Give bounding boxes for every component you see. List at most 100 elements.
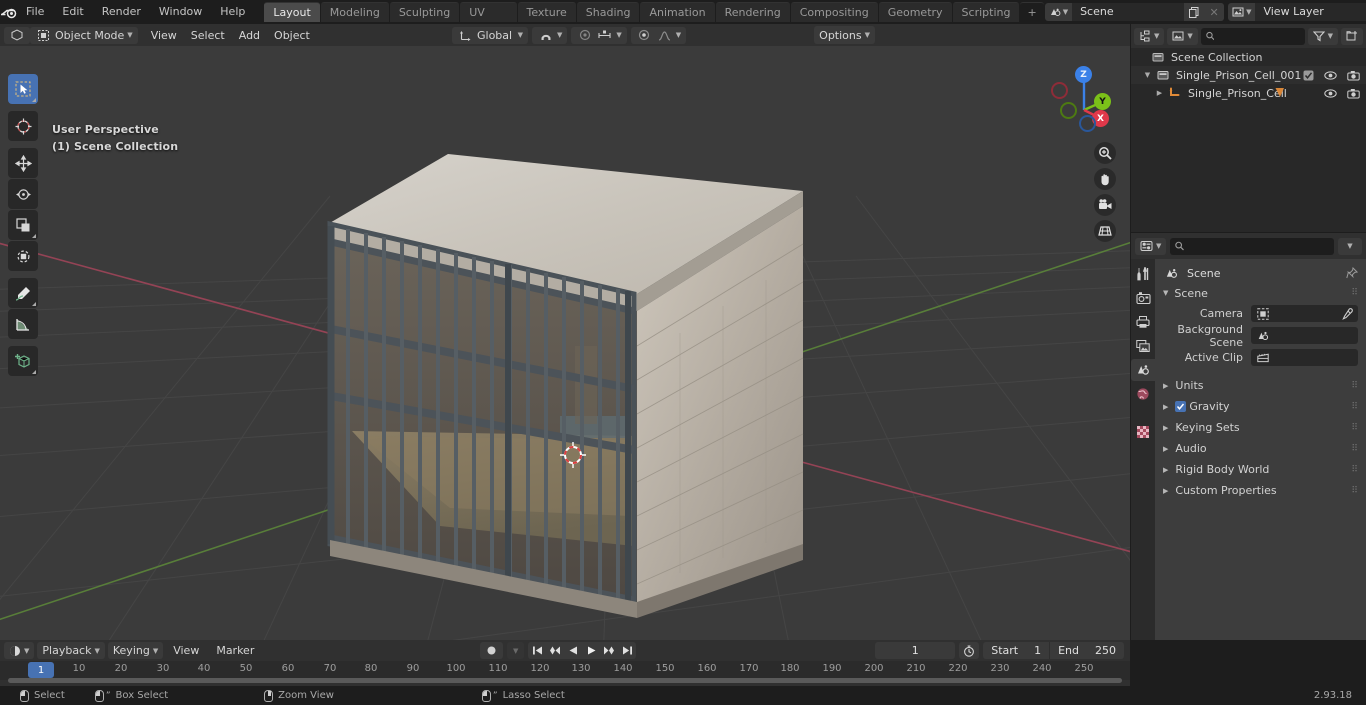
scale-tool[interactable] xyxy=(8,210,38,240)
tab-geometry-nodes[interactable]: Geometry Nodes xyxy=(878,2,952,39)
gizmo-axis-y[interactable]: Y xyxy=(1094,93,1111,110)
tab-animation[interactable]: Animation xyxy=(640,2,715,22)
editor-type-button[interactable] xyxy=(4,26,30,44)
frame-range-group[interactable]: Start 1 End 250 xyxy=(983,642,1124,659)
tab-texture-paint[interactable]: Texture Paint xyxy=(517,2,576,39)
render-tab[interactable] xyxy=(1131,287,1155,309)
snap-button[interactable]: ▼ xyxy=(532,26,568,44)
menu-edit[interactable]: Edit xyxy=(53,3,92,21)
panel-units[interactable]: ▶ Units ⠿ xyxy=(1155,375,1366,396)
keying-menu[interactable]: Keying ▼ xyxy=(107,642,164,659)
menu-help[interactable]: Help xyxy=(211,3,254,21)
current-frame-field[interactable]: 1 xyxy=(875,642,956,659)
outliner-row-scene-collection[interactable]: Scene Collection xyxy=(1131,48,1366,66)
expander-right-icon[interactable]: ▶ xyxy=(1163,424,1168,432)
proportional-editing-button[interactable]: ▼ xyxy=(571,26,627,44)
playback-menu[interactable]: Playback ▼ xyxy=(37,642,105,659)
playhead[interactable]: 1 xyxy=(28,662,54,678)
texture-tab[interactable] xyxy=(1131,421,1155,443)
panel-keying-sets[interactable]: ▶ Keying Sets ⠿ xyxy=(1155,417,1366,438)
expander-right-icon[interactable]: ▶ xyxy=(1153,89,1166,97)
outliner-row-collection[interactable]: ▼ Single_Prison_Cell_001 xyxy=(1131,66,1366,84)
auto-keyframe-dropdown[interactable]: ▼ xyxy=(507,642,525,659)
timeline-menu-view[interactable]: View xyxy=(166,642,206,659)
panel-audio[interactable]: ▶ Audio ⠿ xyxy=(1155,438,1366,459)
options-button[interactable]: Options ▼ xyxy=(814,26,875,44)
menu-file[interactable]: File xyxy=(17,3,53,21)
checkbox-icon[interactable] xyxy=(1303,70,1314,81)
zoom-icon[interactable] xyxy=(1094,142,1116,164)
jump-end-button[interactable] xyxy=(618,642,636,659)
camera-icon[interactable] xyxy=(1347,88,1360,99)
scene-unlink-button[interactable]: ✕ xyxy=(1204,3,1225,21)
measure-tool[interactable] xyxy=(8,309,38,339)
transform-orientation-selector[interactable]: Global ▼ xyxy=(452,26,528,44)
add-workspace-button[interactable]: + xyxy=(1020,2,1044,22)
tab-rendering[interactable]: Rendering xyxy=(715,2,790,22)
viewport-canvas[interactable] xyxy=(0,46,1130,640)
viewport-menu-view[interactable]: View xyxy=(144,27,184,44)
expander-right-icon[interactable]: ▶ xyxy=(1163,403,1168,411)
properties-search-box[interactable] xyxy=(1170,237,1334,255)
expander-right-icon[interactable]: ▶ xyxy=(1163,445,1168,453)
3d-viewport[interactable]: User Perspective (1) Scene Collection Z … xyxy=(0,46,1130,640)
gizmo-axis-neg-x[interactable] xyxy=(1051,82,1068,99)
tab-compositing[interactable]: Compositing xyxy=(790,2,878,22)
scene-browse-icon[interactable]: ▼ xyxy=(1044,3,1073,21)
cursor-tool[interactable] xyxy=(8,111,38,141)
expander-down-icon[interactable]: ▼ xyxy=(1141,71,1154,79)
camera-icon[interactable] xyxy=(1347,70,1360,81)
expander-right-icon[interactable]: ▶ xyxy=(1163,487,1168,495)
start-frame-field[interactable]: Start 1 xyxy=(983,642,1049,659)
toggle-ortho-icon[interactable] xyxy=(1094,220,1116,242)
prev-keyframe-button[interactable] xyxy=(546,642,564,659)
scene-panel-header[interactable]: ▼ Scene ⠿ xyxy=(1155,283,1366,303)
outliner-search-box[interactable] xyxy=(1200,27,1305,45)
auto-keyframe-button[interactable] xyxy=(480,642,503,659)
camera-field[interactable] xyxy=(1251,305,1358,322)
annotate-tool[interactable] xyxy=(8,278,38,308)
move-tool[interactable] xyxy=(8,148,38,178)
tab-scripting[interactable]: Scripting xyxy=(952,2,1020,22)
camera-view-icon[interactable] xyxy=(1094,194,1116,216)
tab-shading[interactable]: Shading xyxy=(576,2,640,22)
pin-icon[interactable] xyxy=(1346,267,1358,279)
properties-editor-type-button[interactable]: ▼ xyxy=(1135,237,1167,255)
jump-start-button[interactable] xyxy=(528,642,546,659)
viewlayer-selector[interactable]: ▼ View Layer ✕ xyxy=(1228,3,1366,21)
gizmo-axis-neg-y[interactable] xyxy=(1060,102,1077,119)
viewlayer-browse-icon[interactable]: ▼ xyxy=(1228,3,1256,21)
rotate-tool[interactable] xyxy=(8,179,38,209)
timeline-editor-type-button[interactable]: ▼ xyxy=(4,642,35,659)
output-tab[interactable] xyxy=(1131,311,1155,333)
tab-uv-editing[interactable]: UV Editing xyxy=(460,2,517,39)
viewport-menu-select[interactable]: Select xyxy=(184,27,232,44)
tab-layout[interactable]: Layout xyxy=(264,2,320,22)
scene-new-button[interactable] xyxy=(1184,3,1205,21)
viewlayer-name-field[interactable]: View Layer xyxy=(1255,3,1366,21)
active-clip-field[interactable] xyxy=(1251,349,1358,366)
expander-right-icon[interactable]: ▶ xyxy=(1163,466,1168,474)
outliner-filter-id-button[interactable]: ▼ xyxy=(1167,27,1198,45)
eye-icon[interactable] xyxy=(1324,70,1337,81)
gizmo-axis-neg-z[interactable] xyxy=(1079,115,1096,132)
panel-rigid-body-world[interactable]: ▶ Rigid Body World ⠿ xyxy=(1155,459,1366,480)
use-preview-range-button[interactable] xyxy=(959,642,980,659)
expander-right-icon[interactable]: ▶ xyxy=(1163,382,1168,390)
panel-custom-properties[interactable]: ▶ Custom Properties ⠿ xyxy=(1155,480,1366,501)
scene-tab[interactable] xyxy=(1131,359,1155,381)
gizmo-axis-z[interactable]: Z xyxy=(1075,66,1092,83)
play-reverse-button[interactable] xyxy=(564,642,582,659)
eye-icon[interactable] xyxy=(1324,88,1337,99)
outliner-search-input[interactable] xyxy=(1218,29,1300,43)
outliner-new-collection-button[interactable] xyxy=(1341,27,1363,45)
timeline-horizontal-scrollbar[interactable] xyxy=(8,678,1122,683)
play-button[interactable] xyxy=(582,642,600,659)
background-scene-field[interactable] xyxy=(1251,327,1358,344)
eyedropper-icon[interactable] xyxy=(1341,307,1353,320)
proportional-falloff-button[interactable]: ▼ xyxy=(630,26,687,44)
outliner-display-mode-button[interactable]: ▼ xyxy=(1134,27,1165,45)
expander-down-icon[interactable]: ▼ xyxy=(1163,289,1168,297)
scene-name-field[interactable]: Scene xyxy=(1072,3,1185,21)
transform-tool[interactable] xyxy=(8,241,38,271)
